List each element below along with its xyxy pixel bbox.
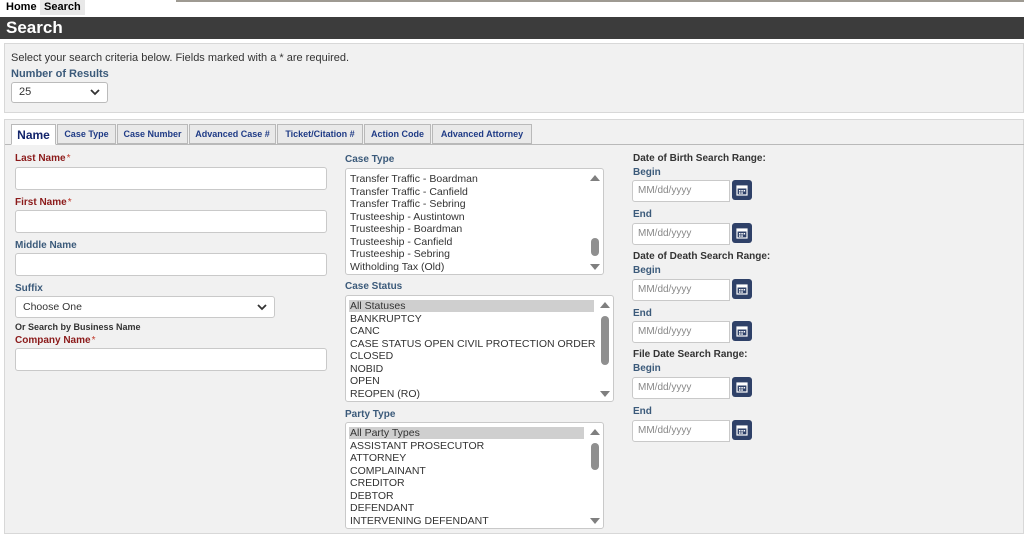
scroll-down-icon[interactable] bbox=[590, 264, 600, 270]
list-item[interactable]: BANKRUPTCY bbox=[350, 313, 422, 325]
list-item[interactable]: Trusteeship - Canfield bbox=[350, 236, 452, 248]
list-item[interactable]: REOPEN (RO) bbox=[350, 388, 420, 400]
calendar-icon bbox=[736, 382, 748, 393]
scrollbar-thumb[interactable] bbox=[601, 316, 609, 365]
calendar-button[interactable] bbox=[732, 180, 752, 200]
header-image-strip bbox=[176, 0, 1024, 2]
last-name-input[interactable] bbox=[15, 167, 327, 190]
case-status-listbox[interactable]: All Statuses BANKRUPTCY CANC CASE STATUS… bbox=[345, 295, 614, 402]
company-name-label: Company Name* bbox=[15, 335, 96, 346]
criteria-instructions: Select your search criteria below. Field… bbox=[11, 52, 350, 64]
list-item[interactable]: Transfer Traffic - Canfield bbox=[350, 186, 468, 198]
party-type-label: Party Type bbox=[345, 409, 396, 420]
suffix-select[interactable]: Choose One bbox=[15, 296, 275, 318]
list-item[interactable]: Trusteeship - Austintown bbox=[350, 211, 465, 223]
file-begin-label: Begin bbox=[633, 363, 661, 374]
chevron-down-icon bbox=[90, 89, 100, 96]
dod-end-input[interactable]: MM/dd/yyyy bbox=[632, 321, 730, 343]
scroll-up-icon[interactable] bbox=[590, 429, 600, 435]
list-item[interactable]: Trusteeship - Sebring bbox=[350, 248, 450, 260]
top-nav: Home Search bbox=[0, 0, 1024, 16]
calendar-icon bbox=[736, 228, 748, 239]
list-item[interactable]: OPEN bbox=[350, 375, 380, 387]
dod-end-label: End bbox=[633, 308, 652, 319]
tab-case-number[interactable]: Case Number bbox=[117, 124, 188, 144]
file-end-label: End bbox=[633, 406, 652, 417]
last-name-label: Last Name* bbox=[15, 153, 71, 164]
list-item[interactable]: COMPLAINANT bbox=[350, 465, 426, 477]
scrollbar-thumb[interactable] bbox=[591, 238, 599, 256]
calendar-icon bbox=[736, 185, 748, 196]
calendar-icon bbox=[736, 284, 748, 295]
case-status-label: Case Status bbox=[345, 281, 403, 292]
list-item[interactable]: Transfer Traffic - Sebring bbox=[350, 198, 466, 210]
tab-underline bbox=[5, 144, 1024, 145]
dob-begin-input[interactable]: MM/dd/yyyy bbox=[632, 180, 730, 202]
company-name-input[interactable] bbox=[15, 348, 327, 371]
dob-range-label: Date of Birth Search Range: bbox=[633, 153, 766, 164]
number-of-results-label: Number of Results bbox=[11, 68, 109, 80]
middle-name-label: Middle Name bbox=[15, 240, 77, 251]
scroll-up-icon[interactable] bbox=[600, 302, 610, 308]
list-item[interactable]: CASE STATUS OPEN CIVIL PROTECTION ORDER bbox=[350, 338, 595, 350]
tab-action-code[interactable]: Action Code bbox=[364, 124, 431, 144]
dod-range-label: Date of Death Search Range: bbox=[633, 251, 771, 262]
list-item[interactable]: ASSISTANT PROSECUTOR bbox=[350, 440, 484, 452]
list-item[interactable]: CREDITOR bbox=[350, 477, 405, 489]
list-item[interactable]: Transfer Traffic - Boardman bbox=[350, 173, 478, 185]
scroll-down-icon[interactable] bbox=[600, 391, 610, 397]
scroll-down-icon[interactable] bbox=[590, 518, 600, 524]
list-item[interactable]: INTERVENING DEFENDANT bbox=[350, 515, 489, 527]
chevron-down-icon bbox=[257, 304, 267, 311]
first-name-label: First Name* bbox=[15, 197, 72, 208]
middle-name-input[interactable] bbox=[15, 253, 327, 276]
search-form-panel: Name Case Type Case Number Advanced Case… bbox=[4, 119, 1024, 534]
list-item[interactable]: ATTORNEY bbox=[350, 452, 406, 464]
list-item[interactable]: CLOSED bbox=[350, 350, 393, 362]
file-begin-input[interactable]: MM/dd/yyyy bbox=[632, 377, 730, 399]
list-item[interactable]: CANC bbox=[350, 325, 380, 337]
tab-advanced-attorney[interactable]: Advanced Attorney bbox=[432, 124, 532, 144]
scrollbar-thumb[interactable] bbox=[591, 443, 599, 470]
number-of-results-value: 25 bbox=[19, 86, 32, 98]
file-date-range-label: File Date Search Range: bbox=[633, 349, 748, 360]
tab-advanced-case[interactable]: Advanced Case # bbox=[189, 124, 276, 144]
calendar-button[interactable] bbox=[732, 377, 752, 397]
suffix-value: Choose One bbox=[23, 301, 82, 313]
calendar-button[interactable] bbox=[732, 321, 752, 341]
calendar-button[interactable] bbox=[732, 223, 752, 243]
dob-begin-label: Begin bbox=[633, 167, 661, 178]
scroll-up-icon[interactable] bbox=[590, 175, 600, 181]
tab-ticket-citation[interactable]: Ticket/Citation # bbox=[277, 124, 363, 144]
calendar-icon bbox=[736, 326, 748, 337]
party-type-listbox[interactable]: All Party Types ASSISTANT PROSECUTOR ATT… bbox=[345, 422, 604, 529]
list-item[interactable]: NOBID bbox=[350, 363, 383, 375]
tab-name[interactable]: Name bbox=[11, 124, 56, 145]
business-name-hint: Or Search by Business Name bbox=[15, 322, 141, 332]
calendar-button[interactable] bbox=[732, 279, 752, 299]
first-name-input[interactable] bbox=[15, 210, 327, 233]
list-item[interactable]: DEFENDANT bbox=[350, 502, 414, 514]
dod-begin-label: Begin bbox=[633, 265, 661, 276]
dob-end-label: End bbox=[633, 209, 652, 220]
dod-begin-input[interactable]: MM/dd/yyyy bbox=[632, 279, 730, 301]
list-item[interactable]: DEBTOR bbox=[350, 490, 394, 502]
list-item[interactable]: All Party Types bbox=[349, 427, 584, 439]
nav-search-link[interactable]: Search bbox=[40, 0, 85, 15]
dob-end-input[interactable]: MM/dd/yyyy bbox=[632, 223, 730, 245]
file-end-input[interactable]: MM/dd/yyyy bbox=[632, 420, 730, 442]
number-of-results-select[interactable]: 25 bbox=[11, 82, 108, 103]
case-type-label: Case Type bbox=[345, 154, 395, 165]
nav-home-link[interactable]: Home bbox=[2, 0, 41, 15]
list-item[interactable]: Witholding Tax (Old) bbox=[350, 261, 444, 273]
search-criteria-panel: Select your search criteria below. Field… bbox=[4, 43, 1024, 113]
case-type-listbox[interactable]: Transfer Traffic - Boardman Transfer Tra… bbox=[345, 168, 604, 275]
suffix-label: Suffix bbox=[15, 283, 43, 294]
tab-case-type[interactable]: Case Type bbox=[57, 124, 116, 144]
calendar-icon bbox=[736, 425, 748, 436]
page-title: Search bbox=[0, 17, 1024, 39]
list-item[interactable]: All Statuses bbox=[349, 300, 594, 312]
calendar-button[interactable] bbox=[732, 420, 752, 440]
list-item[interactable]: Trusteeship - Boardman bbox=[350, 223, 462, 235]
